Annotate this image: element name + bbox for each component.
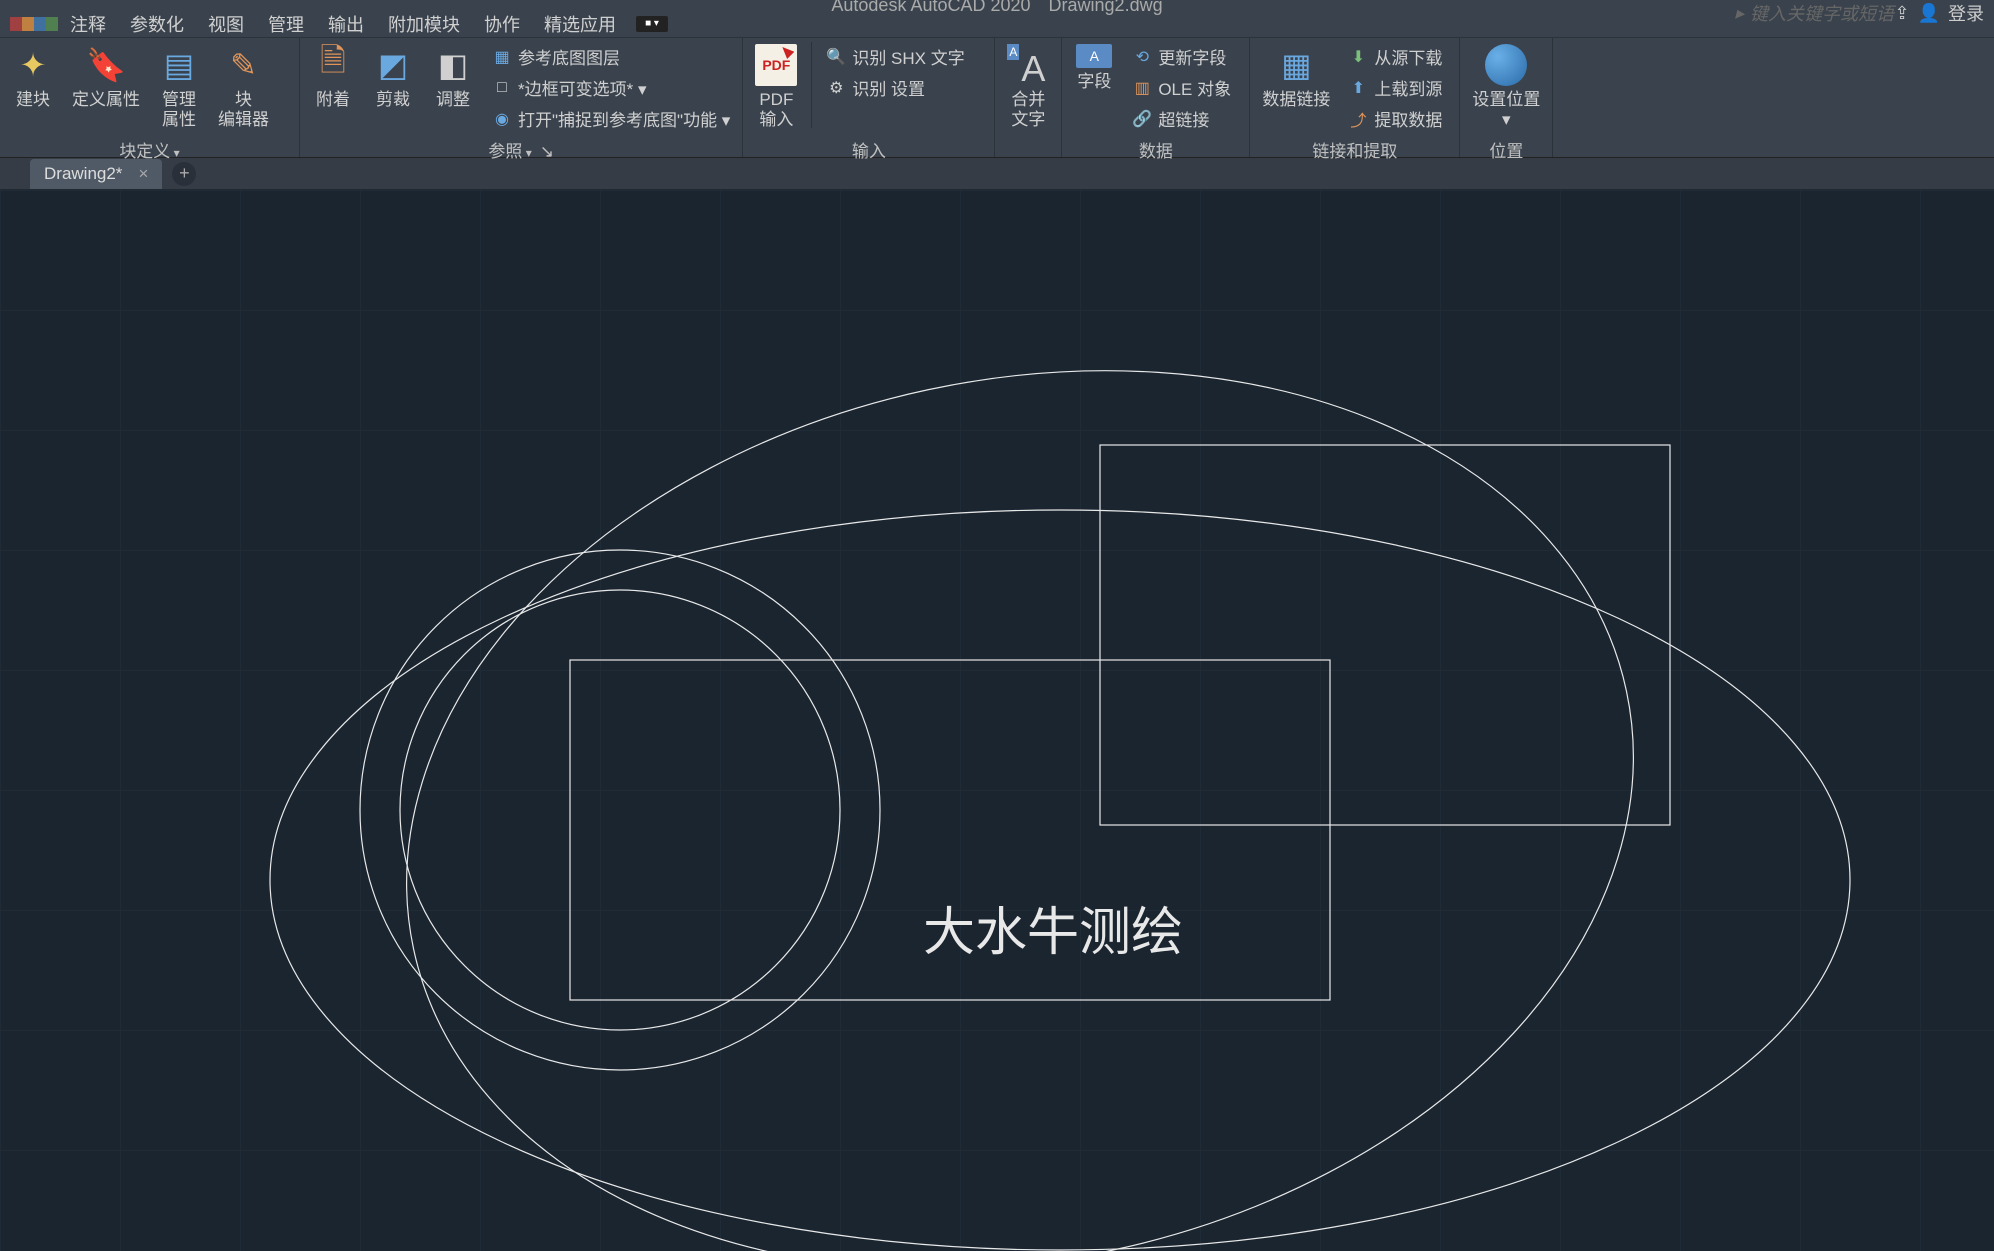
tab-label: Drawing2* xyxy=(44,164,122,184)
close-icon[interactable]: × xyxy=(138,164,148,184)
tab-output[interactable]: 输出 xyxy=(316,7,376,41)
search-arrow-icon: ▸ xyxy=(1735,3,1744,24)
tag-icon: 🔖 xyxy=(85,44,127,86)
panel-import: PDF PDF 输入 🔍 识别 SHX 文字 ⚙ 识别 设置 输入 xyxy=(743,38,995,157)
panel-label-data: 数据 xyxy=(1070,133,1241,166)
swatch-red xyxy=(10,17,22,31)
globe-icon xyxy=(1485,44,1527,86)
panel-link-extract: ▦ 数据链接 ⬇ 从源下载 ⬆ 上载到源 ⤴ 提取数据 链接和提取 xyxy=(1250,38,1460,157)
camera-icon[interactable]: ■ ▾ xyxy=(636,16,668,32)
tab-drawing2[interactable]: Drawing2* × xyxy=(30,159,162,189)
layers-icon: ▦ xyxy=(492,47,512,67)
list-icon: ▤ xyxy=(158,44,200,86)
btn-block-editor[interactable]: ✎ 块 编辑器 xyxy=(214,42,273,133)
download-icon: ⬇ xyxy=(1348,47,1368,67)
drawing-canvas[interactable]: 大水牛测绘 xyxy=(0,190,1994,1251)
clip-icon: ◩ xyxy=(372,44,414,86)
tab-view[interactable]: 视图 xyxy=(196,7,256,41)
panel-label-link: 链接和提取 xyxy=(1258,133,1451,166)
gear-icon: ⚙ xyxy=(826,78,846,98)
tab-parametric[interactable]: 参数化 xyxy=(118,7,196,41)
panel-label-import: 输入 xyxy=(751,133,986,166)
frame-icon: □ xyxy=(492,78,512,98)
tab-annotate[interactable]: 注释 xyxy=(58,7,118,41)
attach-icon: 🗎 xyxy=(312,44,354,86)
extract-icon: ⤴ xyxy=(1348,109,1368,129)
refresh-icon: ⟲ xyxy=(1132,47,1152,67)
search-box[interactable]: ▸ 键入关键字或短语 xyxy=(1735,0,1894,26)
btn-pdf-import[interactable]: PDF PDF 输入 xyxy=(751,42,801,133)
canvas-text-label: 大水牛测绘 xyxy=(923,890,1183,965)
snap-icon: ◉ xyxy=(492,109,512,129)
tab-addins[interactable]: 附加模块 xyxy=(376,7,472,41)
drawing-shapes xyxy=(0,190,1994,1251)
btn-upload-to-source[interactable]: ⬆ 上载到源 xyxy=(1344,73,1446,102)
btn-field[interactable]: A 字段 xyxy=(1070,42,1118,94)
create-block-icon: ✦ xyxy=(12,44,54,86)
btn-merge-text[interactable]: A A 合并 文字 xyxy=(1003,42,1053,133)
btn-ole-object[interactable]: ▥ OLE 对象 xyxy=(1128,73,1235,102)
swatch-green xyxy=(46,17,58,31)
btn-create-block[interactable]: ✦ 建块 xyxy=(8,42,58,112)
btn-snap-underlay[interactable]: ◉ 打开"捕捉到参考底图"功能 ▾ xyxy=(488,104,734,133)
datalink-icon: ▦ xyxy=(1275,44,1317,86)
btn-recognize-shx[interactable]: 🔍 识别 SHX 文字 xyxy=(822,42,968,71)
btn-attach[interactable]: 🗎 附着 xyxy=(308,42,358,112)
pdf-icon: PDF xyxy=(755,44,797,86)
field-icon: A xyxy=(1076,44,1112,68)
app-name: Autodesk AutoCAD 2020 xyxy=(831,0,1030,16)
btn-clip[interactable]: ◩ 剪裁 xyxy=(368,42,418,112)
panel-merge-text: A A 合并 文字 xyxy=(995,38,1062,157)
adjust-icon: ◧ xyxy=(432,44,474,86)
panel-reference: 🗎 附着 ◩ 剪裁 ◧ 调整 ▦ 参考底图图层 □ *边框可变选项* ▾ xyxy=(300,38,743,157)
panel-block-definition: ✦ 建块 🔖 定义属性 ▤ 管理 属性 ✎ 块 编辑器 块定义 xyxy=(0,38,300,157)
swatch-orange xyxy=(22,17,34,31)
new-tab-button[interactable]: + xyxy=(172,162,196,186)
btn-recognize-settings[interactable]: ⚙ 识别 设置 xyxy=(822,73,968,102)
btn-update-fields[interactable]: ⟲ 更新字段 xyxy=(1128,42,1235,71)
upload-icon: ⬆ xyxy=(1348,78,1368,98)
tab-manage[interactable]: 管理 xyxy=(256,7,316,41)
ribbon: ✦ 建块 🔖 定义属性 ▤ 管理 属性 ✎ 块 编辑器 块定义 🗎 附着 xyxy=(0,38,1994,158)
btn-underlay-layers[interactable]: ▦ 参考底图图层 xyxy=(488,42,734,71)
pencil-icon: ✎ xyxy=(223,44,265,86)
btn-data-link[interactable]: ▦ 数据链接 xyxy=(1258,42,1334,112)
file-name: Drawing2.dwg xyxy=(1049,0,1163,16)
panel-data: A 字段 ⟲ 更新字段 ▥ OLE 对象 🔗 超链接 数据 xyxy=(1062,38,1250,157)
color-swatches xyxy=(10,17,58,31)
shx-icon: 🔍 xyxy=(826,47,846,67)
panel-label-location: 位置 xyxy=(1468,133,1544,166)
share-icon[interactable]: ⇪ xyxy=(1894,3,1909,24)
panel-location: 设置位置▾ 位置 xyxy=(1460,38,1553,157)
btn-set-location[interactable]: 设置位置▾ xyxy=(1468,42,1544,133)
btn-extract-data[interactable]: ⤴ 提取数据 xyxy=(1344,104,1446,133)
tab-featured[interactable]: 精选应用 xyxy=(532,7,628,41)
search-placeholder: 键入关键字或短语 xyxy=(1750,0,1894,26)
merge-text-icon: A A xyxy=(1007,44,1049,86)
btn-manage-attr[interactable]: ▤ 管理 属性 xyxy=(154,42,204,133)
panel-label-ref[interactable]: 参照↘ xyxy=(308,133,734,166)
btn-adjust[interactable]: ◧ 调整 xyxy=(428,42,478,112)
title-bar: Autodesk AutoCAD 2020 Drawing2.dwg ▸ 键入关… xyxy=(0,0,1994,10)
btn-frame-options[interactable]: □ *边框可变选项* ▾ xyxy=(488,73,734,102)
login-link[interactable]: 登录 xyxy=(1948,0,1984,26)
ole-icon: ▥ xyxy=(1132,78,1152,98)
btn-define-attr[interactable]: 🔖 定义属性 xyxy=(68,42,144,112)
btn-download-from-source[interactable]: ⬇ 从源下载 xyxy=(1344,42,1446,71)
tab-collaborate[interactable]: 协作 xyxy=(472,7,532,41)
swatch-blue xyxy=(34,17,46,31)
document-tabs: Drawing2* × + xyxy=(0,158,1994,190)
link-icon: 🔗 xyxy=(1132,109,1152,129)
user-icon[interactable]: 👤 xyxy=(1918,3,1940,24)
btn-hyperlink[interactable]: 🔗 超链接 xyxy=(1128,104,1235,133)
